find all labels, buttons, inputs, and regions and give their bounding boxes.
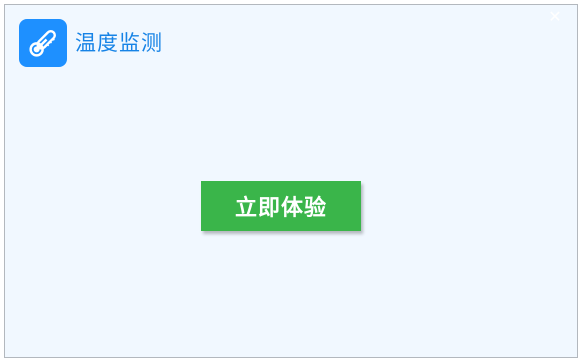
app-window: ✕ 温度监测 立即体验	[4, 4, 578, 358]
close-icon[interactable]: ✕	[547, 9, 563, 25]
try-now-button[interactable]: 立即体验	[201, 181, 361, 231]
app-title: 温度监测	[75, 31, 163, 55]
thermometer-icon	[19, 19, 67, 67]
